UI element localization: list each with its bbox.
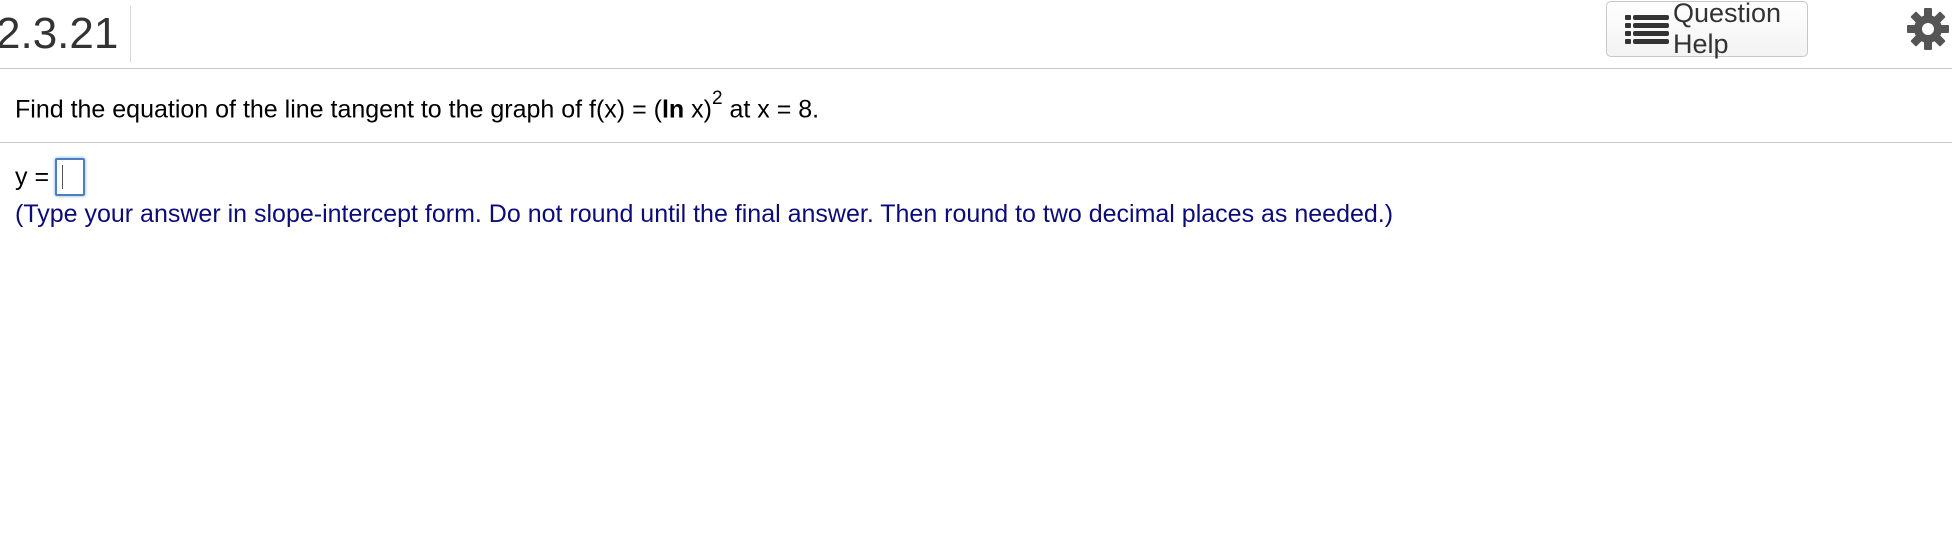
question-help-button[interactable]: Question Help [1606,0,1808,59]
list-icon [1625,14,1669,44]
text-caret [62,165,64,189]
question-ln: ln [661,95,685,124]
question-suffix: at x = 8. [722,95,820,124]
answer-label: y = [15,162,50,191]
question-prefix: Find the equation of the line tangent to… [15,95,662,124]
answer-hint: (Type your answer in slope-intercept for… [15,200,1394,228]
question-number: 2.3.21 [0,6,132,62]
question-exponent: 2 [711,88,723,109]
gear-icon[interactable] [1906,7,1950,51]
question-help-label: Question Help [1673,0,1782,59]
question-mid: x) [684,95,712,124]
question-page: 2.3.21 Question Help Find the equation o… [0,0,1952,542]
question-header: 2.3.21 Question Help [0,0,1952,69]
question-text: Find the equation of the line tangent to… [15,88,820,124]
divider [0,142,1952,143]
answer-input[interactable] [55,158,86,196]
answer-row: y = [15,158,86,196]
